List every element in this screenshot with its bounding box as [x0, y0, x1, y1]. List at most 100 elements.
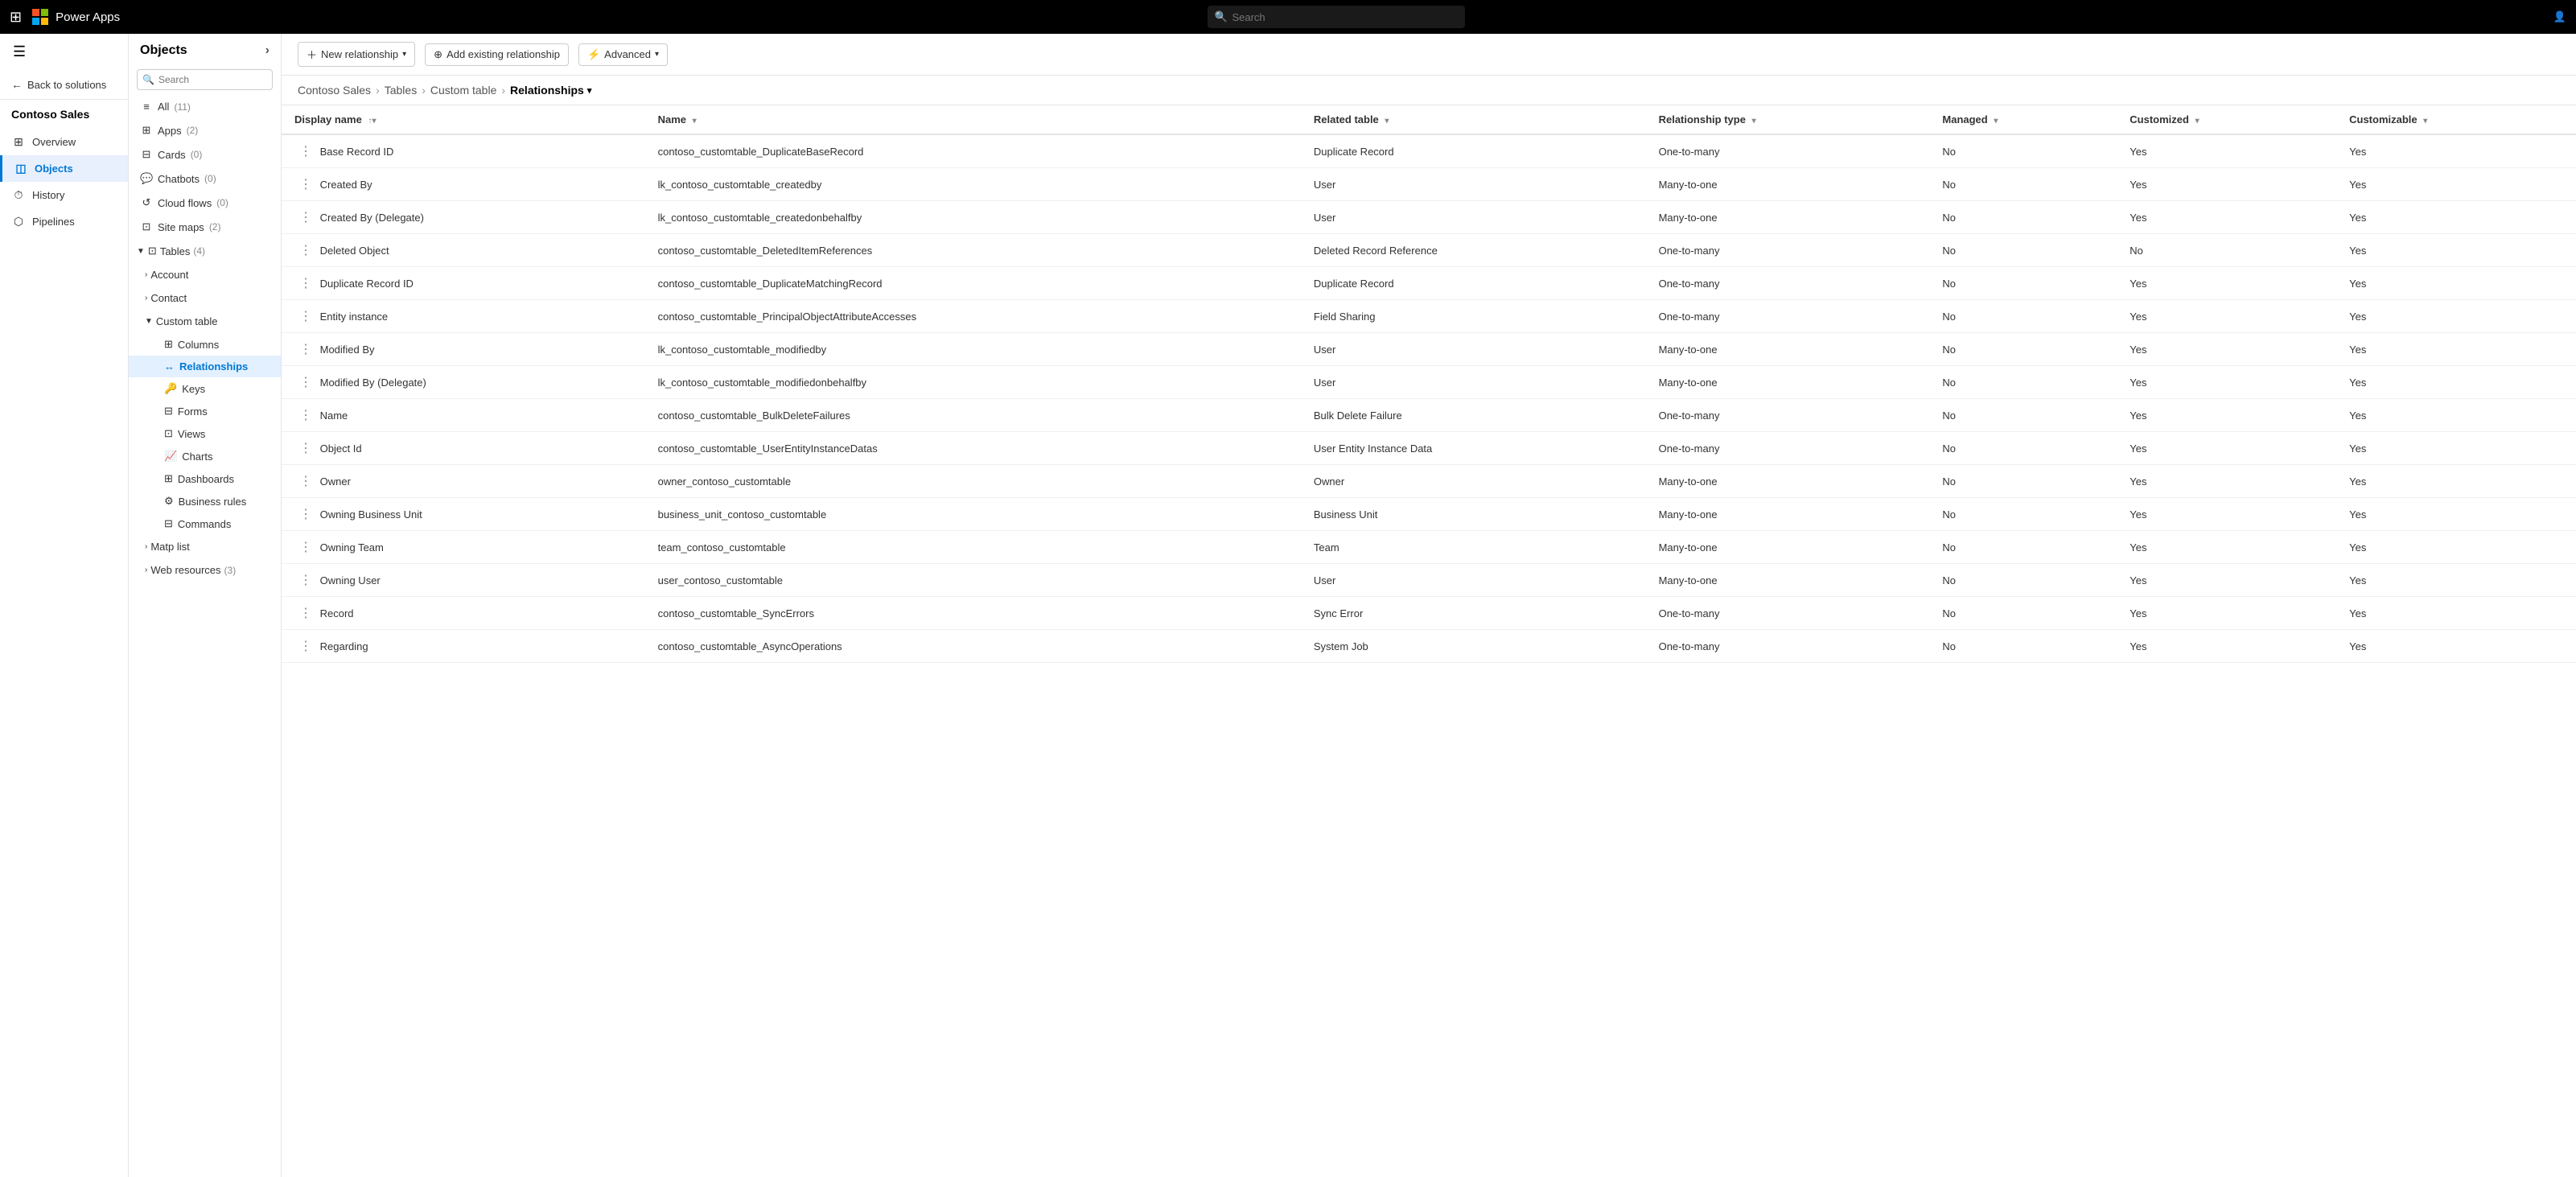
cloudflows-icon: ↺ — [140, 196, 153, 209]
views-label: Views — [178, 428, 205, 440]
keys-icon: 🔑 — [164, 382, 177, 395]
history-label: History — [32, 189, 64, 201]
row-actions-8[interactable]: ⋮ — [294, 407, 317, 424]
pipelines-label: Pipelines — [32, 216, 75, 228]
breadcrumb-tables[interactable]: Tables — [385, 84, 417, 97]
col-customized[interactable]: Customized ▾ — [2117, 105, 2336, 134]
cell-customizable: Yes — [2336, 564, 2576, 597]
cell-relationship-type: One-to-many — [1646, 630, 1930, 663]
sidebar-item-matplist[interactable]: › Matp list — [129, 535, 281, 558]
webresources-count: (3) — [224, 565, 237, 576]
sidebar-item-businessrules[interactable]: ⚙ Business rules — [129, 490, 281, 512]
row-actions-2[interactable]: ⋮ — [294, 209, 317, 226]
col-display-name[interactable]: Display name ↑▾ — [282, 105, 645, 134]
cell-relationship-type: Many-to-one — [1646, 465, 1930, 498]
col-related-table[interactable]: Related table ▾ — [1301, 105, 1646, 134]
new-relationship-button[interactable]: ＋ New relationship ▾ — [298, 42, 415, 67]
sidebar-item-sitemaps[interactable]: ⊡ Site maps (2) — [129, 215, 281, 239]
row-actions-15[interactable]: ⋮ — [294, 638, 317, 655]
col-customizable[interactable]: Customizable ▾ — [2336, 105, 2576, 134]
sidebar-item-cards[interactable]: ⊟ Cards (0) — [129, 142, 281, 167]
row-actions-0[interactable]: ⋮ — [294, 143, 317, 160]
topbar-user-icon[interactable]: 👤 — [2553, 10, 2566, 23]
table-row: ⋮ Regarding contoso_customtable_AsyncOpe… — [282, 630, 2576, 663]
row-actions-12[interactable]: ⋮ — [294, 539, 317, 556]
cell-related-table: User — [1301, 333, 1646, 366]
sidebar-search-input[interactable] — [137, 69, 273, 90]
row-actions-13[interactable]: ⋮ — [294, 572, 317, 589]
cell-relationship-type: Many-to-one — [1646, 201, 1930, 234]
sidebar-item-contact[interactable]: › Contact — [129, 286, 281, 310]
cell-relationship-type: Many-to-one — [1646, 168, 1930, 201]
plus-icon: ＋ — [307, 47, 317, 62]
sidebar-item-account[interactable]: › Account — [129, 263, 281, 286]
sidebar-close-button[interactable]: › — [265, 43, 270, 58]
sidebar-item-pipelines[interactable]: ⬡ Pipelines — [0, 208, 128, 235]
hamburger-icon[interactable]: ☰ — [0, 34, 128, 70]
cell-relationship-type: One-to-many — [1646, 234, 1930, 267]
cell-display-name: ⋮ Modified By — [282, 333, 645, 366]
table-row: ⋮ Record contoso_customtable_SyncErrors … — [282, 597, 2576, 630]
col-managed[interactable]: Managed ▾ — [1929, 105, 2117, 134]
row-actions-4[interactable]: ⋮ — [294, 275, 317, 292]
row-actions-1[interactable]: ⋮ — [294, 176, 317, 193]
main-layout: ☰ ← Back to solutions Contoso Sales ⊞ Ov… — [0, 34, 2576, 1177]
row-actions-7[interactable]: ⋮ — [294, 374, 317, 391]
sidebar-item-views[interactable]: ⊡ Views — [129, 422, 281, 445]
forms-label: Forms — [178, 405, 208, 418]
sidebar-item-apps[interactable]: ⊞ Apps (2) — [129, 118, 281, 142]
sidebar-item-customtable[interactable]: ▼ Custom table — [129, 310, 281, 333]
sidebar-item-cloudflows[interactable]: ↺ Cloud flows (0) — [129, 191, 281, 215]
back-to-solutions[interactable]: ← Back to solutions — [0, 70, 128, 100]
col-name[interactable]: Name ▾ — [645, 105, 1301, 134]
breadcrumb-dropdown-icon[interactable]: ▾ — [587, 85, 592, 96]
sidebar-item-forms[interactable]: ⊟ Forms — [129, 400, 281, 422]
sidebar-item-chatbots[interactable]: 💬 Chatbots (0) — [129, 167, 281, 191]
row-actions-6[interactable]: ⋮ — [294, 341, 317, 358]
waffle-icon[interactable]: ⊞ — [10, 9, 22, 26]
sidebar-item-objects[interactable]: ◫ Objects — [0, 155, 128, 182]
row-actions-11[interactable]: ⋮ — [294, 506, 317, 523]
advanced-button[interactable]: ⚡ Advanced ▾ — [578, 43, 668, 66]
display-name-sort-icon: ↑▾ — [368, 117, 376, 126]
row-actions-3[interactable]: ⋮ — [294, 242, 317, 259]
sidebar-item-keys[interactable]: 🔑 Keys — [129, 377, 281, 400]
sidebar-item-overview[interactable]: ⊞ Overview — [0, 129, 128, 155]
row-actions-9[interactable]: ⋮ — [294, 440, 317, 457]
add-existing-relationship-button[interactable]: ⊕ Add existing relationship — [425, 43, 569, 66]
sidebar-group-tables[interactable]: ▼ ⊡ Tables (4) — [129, 239, 281, 263]
objects-label: Objects — [35, 163, 73, 175]
add-existing-icon: ⊕ — [434, 48, 442, 61]
sidebar-item-columns[interactable]: ⊞ Columns — [129, 333, 281, 356]
sidebar-item-history[interactable]: ⏱ History — [0, 182, 128, 208]
col-relationship-type[interactable]: Relationship type ▾ — [1646, 105, 1930, 134]
cell-customized: Yes — [2117, 498, 2336, 531]
brand: Power Apps — [31, 8, 120, 26]
cell-related-table: Duplicate Record — [1301, 267, 1646, 300]
sidebar-item-webresources[interactable]: › Web resources (3) — [129, 558, 281, 582]
cell-managed: No — [1929, 267, 2117, 300]
row-actions-5[interactable]: ⋮ — [294, 308, 317, 325]
breadcrumb-contoso-sales[interactable]: Contoso Sales — [298, 84, 371, 97]
contact-chevron-icon: › — [145, 294, 147, 302]
cards-count: (0) — [191, 149, 203, 160]
cell-display-name: ⋮ Regarding — [282, 630, 645, 663]
businessrules-icon: ⚙ — [164, 495, 174, 508]
sidebar-title: Objects — [140, 43, 187, 58]
cell-display-name: ⋮ Deleted Object — [282, 234, 645, 267]
sidebar-item-charts[interactable]: 📈 Charts — [129, 445, 281, 467]
back-arrow-icon: ← — [11, 78, 23, 91]
topbar-search-input[interactable] — [1208, 6, 1465, 28]
cell-managed: No — [1929, 432, 2117, 465]
cell-managed: No — [1929, 168, 2117, 201]
breadcrumb-customtable[interactable]: Custom table — [430, 84, 496, 97]
apps-count: (2) — [187, 125, 199, 136]
sidebar-item-relationships[interactable]: ↔ Relationships — [129, 356, 281, 377]
row-actions-14[interactable]: ⋮ — [294, 605, 317, 622]
sidebar-item-commands[interactable]: ⊟ Commands — [129, 512, 281, 535]
sidebar-item-all[interactable]: ≡ All (11) — [129, 95, 281, 118]
cell-display-name: ⋮ Owner — [282, 465, 645, 498]
sidebar-item-dashboards[interactable]: ⊞ Dashboards — [129, 467, 281, 490]
row-actions-10[interactable]: ⋮ — [294, 473, 317, 490]
cell-managed: No — [1929, 564, 2117, 597]
